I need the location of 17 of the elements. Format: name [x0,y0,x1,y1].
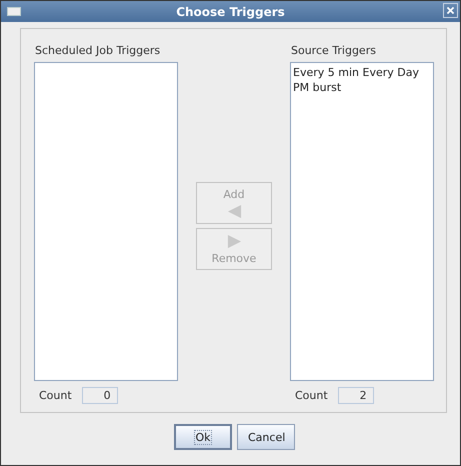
trigger-list[interactable] [34,62,178,381]
list-label: Scheduled Job Triggers [35,44,162,59]
count-field: 0 [82,387,118,404]
list-item[interactable]: Every 5 min Every Day [293,65,431,80]
count-label: Count [39,389,72,402]
left-arrow-icon [226,204,242,218]
list-label: Source Triggers [291,44,377,59]
list-item[interactable]: PM burst [293,80,431,95]
window-menu-icon[interactable] [7,7,21,16]
count-field: 2 [338,387,374,404]
close-icon[interactable] [443,3,458,18]
cancel-button[interactable]: Cancel [237,424,295,450]
trigger-list[interactable]: Every 5 min Every Day PM burst [290,62,434,381]
ok-button[interactable]: Ok [174,424,232,450]
right-arrow-icon [226,234,242,248]
count-label: Count [295,389,328,402]
window-title: Choose Triggers [176,4,285,18]
